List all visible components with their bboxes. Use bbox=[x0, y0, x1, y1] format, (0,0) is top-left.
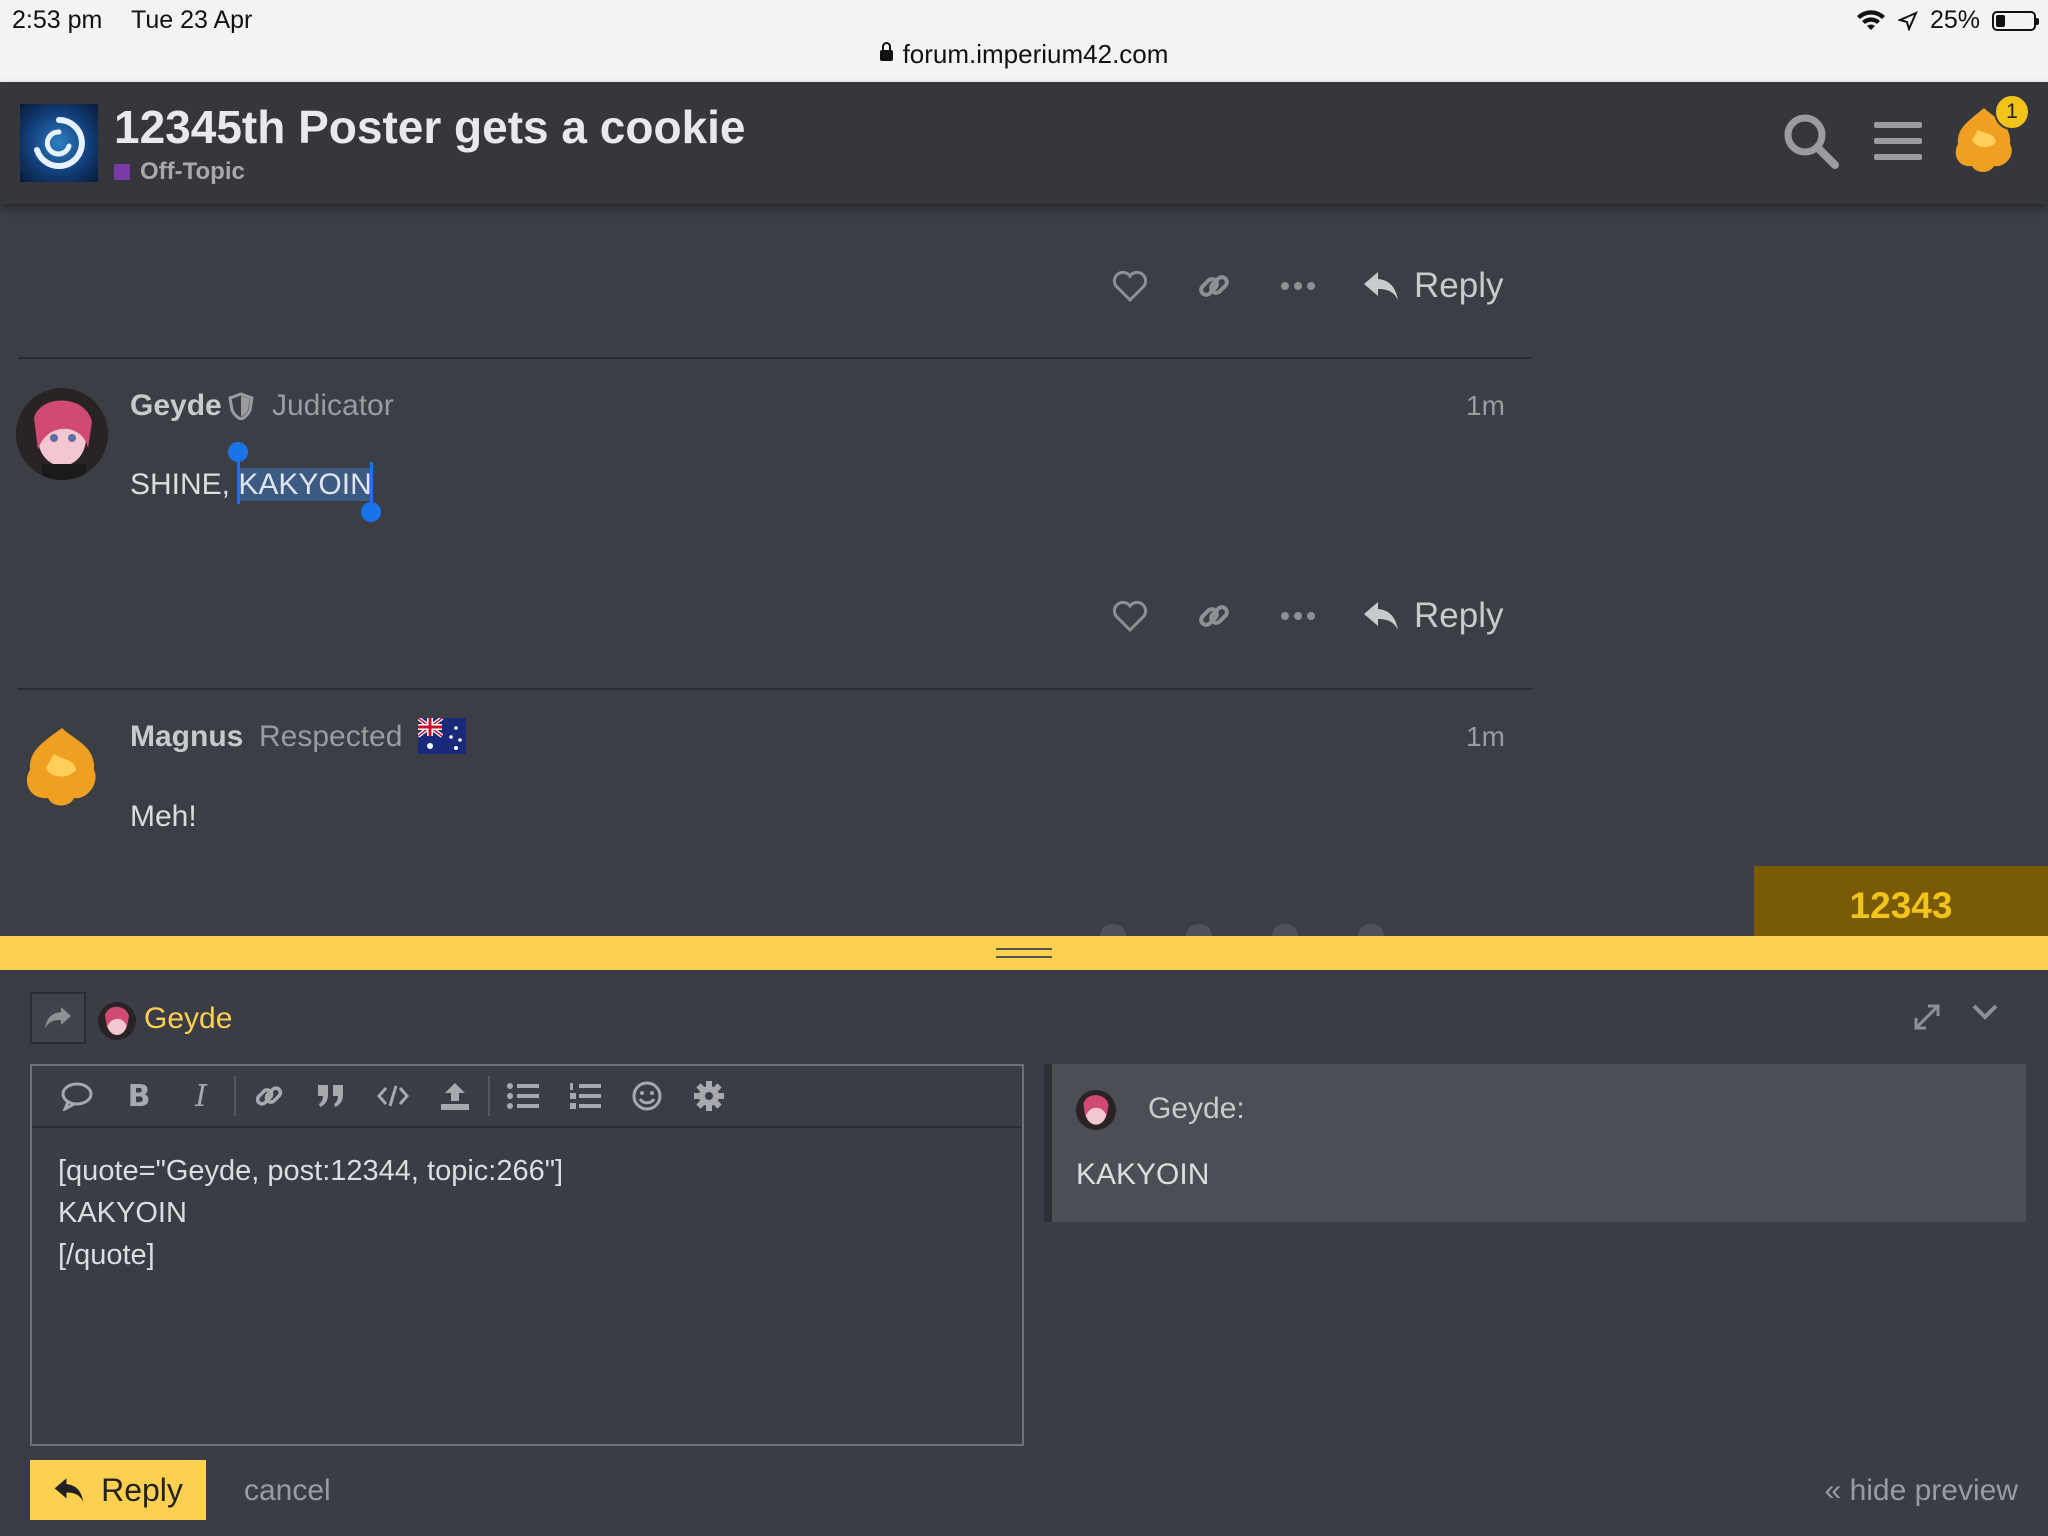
quote-text: KAKYOIN bbox=[1076, 1158, 1210, 1191]
reply-button[interactable]: Reply bbox=[1362, 596, 1503, 636]
site-logo[interactable] bbox=[20, 104, 98, 182]
status-time: 2:53 pm bbox=[12, 6, 103, 34]
reply-to-avatar bbox=[98, 1002, 136, 1040]
moderator-shield-icon bbox=[228, 392, 254, 420]
category-label: Off-Topic bbox=[140, 158, 245, 185]
topic-header: 12345th Poster gets a cookie Off-Topic bbox=[0, 82, 2048, 204]
post-divider bbox=[18, 357, 1532, 359]
hamburger-menu-icon[interactable] bbox=[1874, 122, 1922, 170]
battery-percent: 25% bbox=[1929, 6, 1980, 34]
search-icon[interactable] bbox=[1782, 112, 1840, 175]
speech-bubble-icon[interactable] bbox=[46, 1065, 108, 1127]
composer-resize-bar[interactable] bbox=[0, 936, 2048, 970]
post-actions: Reply bbox=[1100, 256, 1503, 316]
quote-avatar bbox=[1076, 1090, 1116, 1130]
status-date: Tue 23 Apr bbox=[131, 6, 253, 34]
like-heart-icon[interactable] bbox=[1100, 586, 1160, 646]
post-username[interactable]: Geyde bbox=[130, 389, 222, 423]
post-divider bbox=[18, 688, 1532, 690]
toolbar-divider bbox=[488, 1076, 490, 1116]
reply-arrow-icon bbox=[54, 1478, 84, 1502]
status-indicators: 25% bbox=[1856, 6, 2039, 35]
more-options-icon[interactable] bbox=[1268, 256, 1328, 316]
cancel-link[interactable]: cancel bbox=[244, 1474, 331, 1508]
composer-action-icon[interactable] bbox=[30, 992, 86, 1044]
reply-arrow-icon bbox=[1364, 602, 1398, 630]
italic-icon[interactable]: I bbox=[170, 1065, 232, 1127]
editor: B I [quote="Geyde, post:12344, topic:266… bbox=[30, 1064, 1024, 1446]
editor-toolbar: B I bbox=[32, 1066, 1022, 1128]
post-actions: Reply bbox=[1100, 586, 1503, 646]
wifi-icon bbox=[1856, 9, 1885, 30]
avatar[interactable] bbox=[16, 720, 108, 812]
code-icon[interactable] bbox=[362, 1065, 424, 1127]
page-title[interactable]: 12345th Poster gets a cookie bbox=[114, 100, 746, 154]
bullet-list-icon[interactable] bbox=[492, 1065, 554, 1127]
category-badge[interactable]: Off-Topic bbox=[114, 158, 245, 186]
numbered-list-icon[interactable] bbox=[554, 1065, 616, 1127]
status-bar: 2:53 pm Tue 23 Apr forum.imperium42.com … bbox=[0, 0, 2048, 82]
grip-icon[interactable] bbox=[996, 948, 1052, 958]
post-text: SHINE, bbox=[130, 468, 239, 501]
post-actions-partial bbox=[1100, 924, 1384, 936]
notification-badge[interactable]: 1 bbox=[1994, 94, 2030, 130]
bold-icon[interactable]: B bbox=[108, 1065, 170, 1127]
post-time[interactable]: 1m bbox=[1466, 721, 1505, 753]
post-time[interactable]: 1m bbox=[1466, 390, 1505, 422]
more-options-icon[interactable] bbox=[1268, 586, 1328, 646]
selection-handle-end-knob[interactable] bbox=[361, 502, 381, 522]
lock-icon bbox=[879, 42, 893, 61]
post-body: Meh! bbox=[130, 800, 197, 833]
post-user-title: Respected bbox=[259, 720, 403, 753]
reply-arrow-icon bbox=[1364, 272, 1398, 300]
link-icon[interactable] bbox=[1184, 586, 1244, 646]
reply-button[interactable]: Reply bbox=[1362, 266, 1503, 306]
submit-reply-button[interactable]: Reply bbox=[30, 1460, 206, 1520]
reply-to-username[interactable]: Geyde bbox=[144, 1002, 232, 1036]
url-text: forum.imperium42.com bbox=[902, 39, 1169, 69]
post-user-title: Judicator bbox=[272, 389, 394, 422]
category-color-swatch bbox=[114, 164, 130, 180]
battery-icon bbox=[1992, 10, 2039, 31]
quote-icon[interactable] bbox=[300, 1065, 362, 1127]
hide-preview-link[interactable]: « hide preview bbox=[1825, 1474, 2018, 1508]
location-icon bbox=[1897, 10, 1918, 31]
reply-composer: Geyde B I [quote="Geyde, post:12344, top… bbox=[0, 970, 2048, 1536]
link-icon[interactable] bbox=[1184, 256, 1244, 316]
gear-icon[interactable] bbox=[678, 1065, 740, 1127]
toolbar-divider bbox=[234, 1076, 236, 1116]
post-username[interactable]: Magnus bbox=[130, 720, 243, 754]
selection-handle-start-knob[interactable] bbox=[228, 442, 248, 462]
emoji-icon[interactable] bbox=[616, 1065, 678, 1127]
address-bar[interactable]: forum.imperium42.com bbox=[0, 39, 2048, 70]
reply-textarea[interactable]: [quote="Geyde, post:12344, topic:266"] K… bbox=[32, 1128, 1022, 1298]
quote-author: Geyde: bbox=[1148, 1092, 1245, 1125]
selected-text[interactable]: KAKYOIN bbox=[238, 468, 372, 501]
reply-preview: Geyde: KAKYOIN bbox=[1044, 1064, 2026, 1222]
expand-icon[interactable] bbox=[1912, 1002, 1942, 1037]
like-heart-icon[interactable] bbox=[1100, 256, 1160, 316]
upload-icon[interactable] bbox=[424, 1065, 486, 1127]
post-body: SHINE, KAKYOIN bbox=[130, 468, 372, 502]
avatar[interactable] bbox=[16, 388, 108, 480]
australia-flag-icon bbox=[418, 718, 466, 754]
timeline-post-number[interactable]: 12343 bbox=[1754, 866, 2048, 936]
hyperlink-icon[interactable] bbox=[238, 1065, 300, 1127]
chevron-down-icon[interactable] bbox=[1970, 1002, 2000, 1027]
